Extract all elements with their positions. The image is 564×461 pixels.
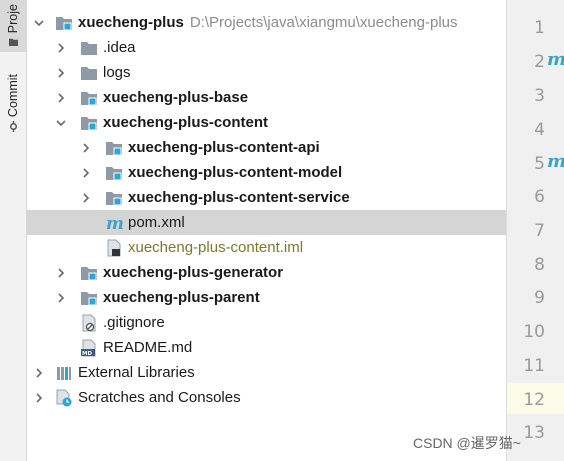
line-number: 9 (534, 288, 545, 308)
expanded-arrow-icon[interactable] (33, 17, 45, 29)
line-number: 4 (534, 120, 545, 140)
maven-gutter-marker-icon[interactable]: m (547, 49, 564, 70)
library-icon (57, 366, 71, 380)
editor-gutter: 1 2 3 4 5 6 7 8 9 10 11 12 13 m m (506, 0, 564, 461)
module-folder-icon (80, 114, 98, 132)
tool-window-strip: Proje Commit (0, 0, 27, 461)
tree-row-external-libraries[interactable]: External Libraries (27, 360, 506, 385)
generator-label: xuecheng-plus-generator (103, 264, 284, 281)
line-number: 1 (534, 18, 545, 38)
line-number: 10 (523, 322, 545, 342)
collapsed-arrow-icon[interactable] (55, 292, 67, 304)
commit-tool-tab[interactable]: Commit (0, 74, 26, 144)
module-folder-icon (105, 139, 123, 157)
tree-row-readme[interactable]: MD README.md (27, 335, 506, 360)
tree-row-idea[interactable]: .idea (27, 35, 506, 60)
tree-row-logs[interactable]: logs (27, 60, 506, 85)
expanded-arrow-icon[interactable] (55, 117, 67, 129)
module-folder-icon (55, 14, 73, 32)
module-folder-icon (80, 264, 98, 282)
tree-row-iml[interactable]: xuecheng-plus-content.iml (27, 235, 506, 260)
line-number: 8 (534, 255, 545, 275)
content-label: xuecheng-plus-content (103, 114, 269, 131)
project-tree: xuecheng-plus D:\Projects\java\xiangmu\xu… (27, 0, 506, 461)
readme-label: README.md (103, 339, 193, 356)
iml-label: xuecheng-plus-content.iml (128, 239, 304, 256)
gitignore-label: .gitignore (103, 314, 165, 331)
folder-icon (8, 38, 18, 47)
svg-text:m: m (106, 214, 123, 232)
tree-row-pom[interactable]: m pom.xml (27, 210, 506, 235)
module-folder-icon (80, 89, 98, 107)
line-number: 6 (534, 187, 545, 207)
content-model-label: xuecheng-plus-content-model (128, 164, 343, 181)
parent-label: xuecheng-plus-parent (103, 289, 260, 306)
module-folder-icon (105, 189, 123, 207)
line-number: 7 (534, 221, 545, 241)
tree-row-content-service[interactable]: xuecheng-plus-content-service (27, 185, 506, 210)
line-number: 12 (523, 390, 545, 410)
collapsed-arrow-icon[interactable] (55, 92, 67, 104)
project-tab-label: Proje (6, 4, 20, 34)
tree-row-content[interactable]: xuecheng-plus-content (27, 110, 506, 135)
collapsed-arrow-icon[interactable] (80, 192, 92, 204)
watermark-text: CSDN @暹罗猫~ (413, 435, 521, 451)
content-service-label: xuecheng-plus-content-service (128, 189, 350, 206)
line-number: 3 (534, 86, 545, 106)
root-path: D:\Projects\java\xiangmu\xuecheng-plus (189, 14, 458, 31)
tree-row-generator[interactable]: xuecheng-plus-generator (27, 260, 506, 285)
module-folder-icon (80, 289, 98, 307)
line-number: 11 (523, 356, 545, 376)
commit-icon (9, 121, 17, 133)
markdown-file-icon: MD (81, 339, 96, 357)
maven-gutter-marker-icon[interactable]: m (547, 151, 564, 172)
root-label: xuecheng-plus (78, 14, 184, 31)
pom-label: pom.xml (128, 214, 185, 231)
collapsed-arrow-icon[interactable] (80, 167, 92, 179)
tree-row-content-api[interactable]: xuecheng-plus-content-api (27, 135, 506, 160)
collapsed-arrow-icon[interactable] (33, 392, 45, 404)
line-number: 2 (534, 52, 545, 72)
scratches-icon (56, 389, 72, 406)
line-number: 5 (534, 154, 545, 174)
svg-text:MD: MD (82, 351, 92, 357)
project-tool-tab[interactable]: Proje (0, 0, 26, 52)
tree-row-scratches[interactable]: Scratches and Consoles (27, 385, 506, 410)
collapsed-arrow-icon[interactable] (33, 367, 45, 379)
collapsed-arrow-icon[interactable] (55, 67, 67, 79)
tree-row-root[interactable]: xuecheng-plus D:\Projects\java\xiangmu\xu… (27, 10, 506, 35)
gitignore-file-icon (82, 314, 96, 331)
folder-icon (80, 39, 98, 57)
content-api-label: xuecheng-plus-content-api (128, 139, 320, 156)
module-folder-icon (105, 164, 123, 182)
base-label: xuecheng-plus-base (103, 89, 249, 106)
tree-row-parent[interactable]: xuecheng-plus-parent (27, 285, 506, 310)
collapsed-arrow-icon[interactable] (55, 267, 67, 279)
iml-file-icon (107, 239, 121, 256)
tree-row-gitignore[interactable]: .gitignore (27, 310, 506, 335)
logs-label: logs (103, 64, 131, 81)
tree-row-content-model[interactable]: xuecheng-plus-content-model (27, 160, 506, 185)
idea-label: .idea (103, 39, 136, 56)
collapsed-arrow-icon[interactable] (55, 42, 67, 54)
folder-icon (80, 64, 98, 82)
tree-row-base[interactable]: xuecheng-plus-base (27, 85, 506, 110)
external-libraries-label: External Libraries (78, 364, 195, 381)
maven-icon: m (106, 214, 123, 232)
commit-tab-label: Commit (6, 74, 20, 118)
collapsed-arrow-icon[interactable] (80, 142, 92, 154)
scratches-label: Scratches and Consoles (78, 389, 241, 406)
